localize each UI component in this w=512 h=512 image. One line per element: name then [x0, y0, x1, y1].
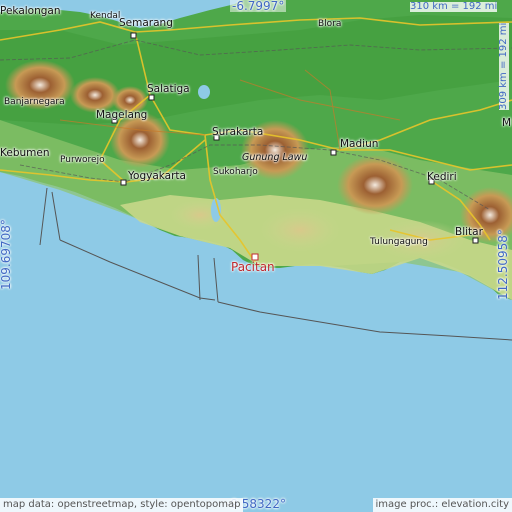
label-kebumen: Kebumen [0, 147, 50, 159]
scale-horizontal: 310 km = 192 mi [410, 1, 498, 12]
label-surakarta: Surakarta [212, 126, 264, 138]
label-banjarnegara: Banjarnegara [4, 97, 65, 107]
label-magelang: Magelang [96, 109, 148, 121]
scale-vertical: 309 km = 192 mi [498, 22, 509, 110]
label-yogyakarta: Yogyakarta [128, 170, 186, 182]
label-semarang: Semarang [119, 17, 173, 29]
label-gunung-lawu: Gunung Lawu [242, 152, 308, 163]
label-pacitan: Pacitan [231, 260, 275, 274]
label-pekalongan: Pekalongan [0, 5, 61, 17]
label-tulungagung: Tulungagung [370, 237, 428, 247]
coord-top-latitude: -6.7997° [230, 0, 287, 13]
label-madiun: Madiun [340, 138, 379, 150]
label-sukoharjo: Sukoharjo [213, 167, 258, 177]
coord-right-longitude: 112.50958° [496, 229, 510, 300]
label-blora: Blora [318, 19, 342, 29]
credit-image-proc: image proc.: elevation.city [372, 498, 512, 512]
credit-map-data: map data: openstreetmap, style: opentopo… [0, 498, 244, 512]
label-purworejo: Purworejo [60, 155, 105, 165]
label-kendal: Kendal [90, 11, 121, 21]
topographic-map [0, 0, 512, 512]
label-right-edge-m: M [502, 117, 512, 129]
label-kediri: Kediri [427, 171, 457, 183]
label-blitar: Blitar [455, 226, 483, 238]
label-salatiga: Salatiga [147, 83, 190, 95]
coord-left-longitude: 109.69708° [0, 219, 13, 290]
